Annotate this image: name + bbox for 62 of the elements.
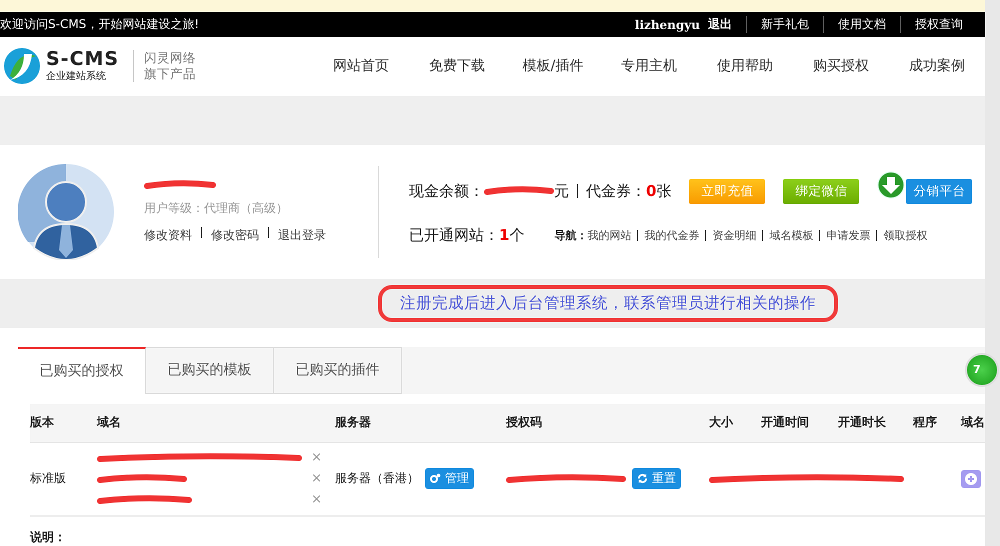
table-cell: 服务器（香港） <box>335 470 419 488</box>
nav-link[interactable]: 模板/插件 <box>505 57 601 76</box>
sites-label: 已开通网站： <box>409 226 499 245</box>
column-header: 域名 <box>97 414 122 432</box>
column-header: 开通时间 <box>761 414 810 432</box>
top-link[interactable]: 新手礼包 <box>746 16 823 33</box>
profile-link[interactable]: 修改资料 <box>144 226 192 244</box>
nav-link[interactable]: 专用主机 <box>601 57 697 76</box>
column-header: 授权码 <box>506 414 543 432</box>
column-header: 开通时长 <box>838 414 887 432</box>
logo-subtitle: 企业建站系统 <box>46 70 107 84</box>
brand-text: 闪灵网络 <box>144 50 196 66</box>
guide-link[interactable]: 域名模板 <box>769 228 814 243</box>
sites-count: 1 <box>499 226 510 244</box>
redaction-scribble <box>484 186 554 196</box>
profile-link[interactable]: 退出登录 <box>278 226 326 244</box>
nav-link[interactable]: 免费下载 <box>409 57 505 76</box>
notice-text: 注册完成后进入后台管理系统，联系管理员进行相关的操作 <box>378 284 838 322</box>
username: lizhengyu <box>634 18 700 32</box>
voucher-label: 代金券： <box>586 182 646 201</box>
redaction-scribble <box>144 180 216 190</box>
guide-link[interactable]: 领取授权 <box>883 228 928 243</box>
balance-unit: 元 <box>554 182 569 201</box>
plus-icon <box>965 472 977 485</box>
download-icon <box>877 170 906 199</box>
voucher-unit: 张 <box>656 182 672 201</box>
logo-title: S-CMS <box>46 49 120 70</box>
tab[interactable]: 已购买的插件 <box>274 346 402 394</box>
nav-link[interactable]: 购买授权 <box>793 57 889 76</box>
top-link[interactable]: 使用文档 <box>823 16 900 33</box>
voucher-count: 0 <box>646 182 656 200</box>
column-header: 程序 <box>913 414 938 432</box>
column-header: 服务器 <box>335 414 372 432</box>
tab[interactable]: 已购买的授权 <box>18 346 146 394</box>
note-label: 说明： <box>30 528 67 546</box>
gears-icon <box>430 473 441 484</box>
guide-link[interactable]: 我的网站 <box>587 228 632 243</box>
guide-link[interactable]: 申请发票 <box>826 228 870 243</box>
refresh-icon <box>637 473 648 484</box>
column-header: 域名 <box>961 414 985 432</box>
user-level: 用户等级：代理商（高级） <box>144 200 289 217</box>
nav-link[interactable]: 成功案例 <box>889 57 985 76</box>
column-header: 大小 <box>709 414 734 432</box>
logo-icon <box>2 46 42 86</box>
logout-link[interactable]: 退出 <box>708 16 732 33</box>
guide-label: 导航： <box>554 228 588 243</box>
table-cell-text: 标准版 <box>30 470 67 488</box>
top-link[interactable]: 授权查询 <box>900 16 977 33</box>
tab[interactable]: 已购买的模板 <box>146 346 274 394</box>
column-header: 版本 <box>30 414 55 432</box>
sites-unit: 个 <box>509 226 524 245</box>
nav-link[interactable]: 使用帮助 <box>697 57 793 76</box>
nav-link[interactable]: 网站首页 <box>313 57 409 76</box>
guide-link[interactable]: 我的代金券 <box>644 228 700 243</box>
guide-link[interactable]: 资金明细 <box>712 228 756 243</box>
scrollbar[interactable] <box>985 0 1000 546</box>
balance-label: 现金余额： <box>409 182 484 201</box>
avatar-icon <box>18 164 114 260</box>
welcome-text: 欢迎访问S-CMS，开始网站建设之旅! <box>0 16 200 33</box>
brand-text: 旗下产品 <box>144 66 196 82</box>
bind-button[interactable] <box>961 470 981 488</box>
profile-link[interactable]: 修改密码 <box>211 226 259 244</box>
